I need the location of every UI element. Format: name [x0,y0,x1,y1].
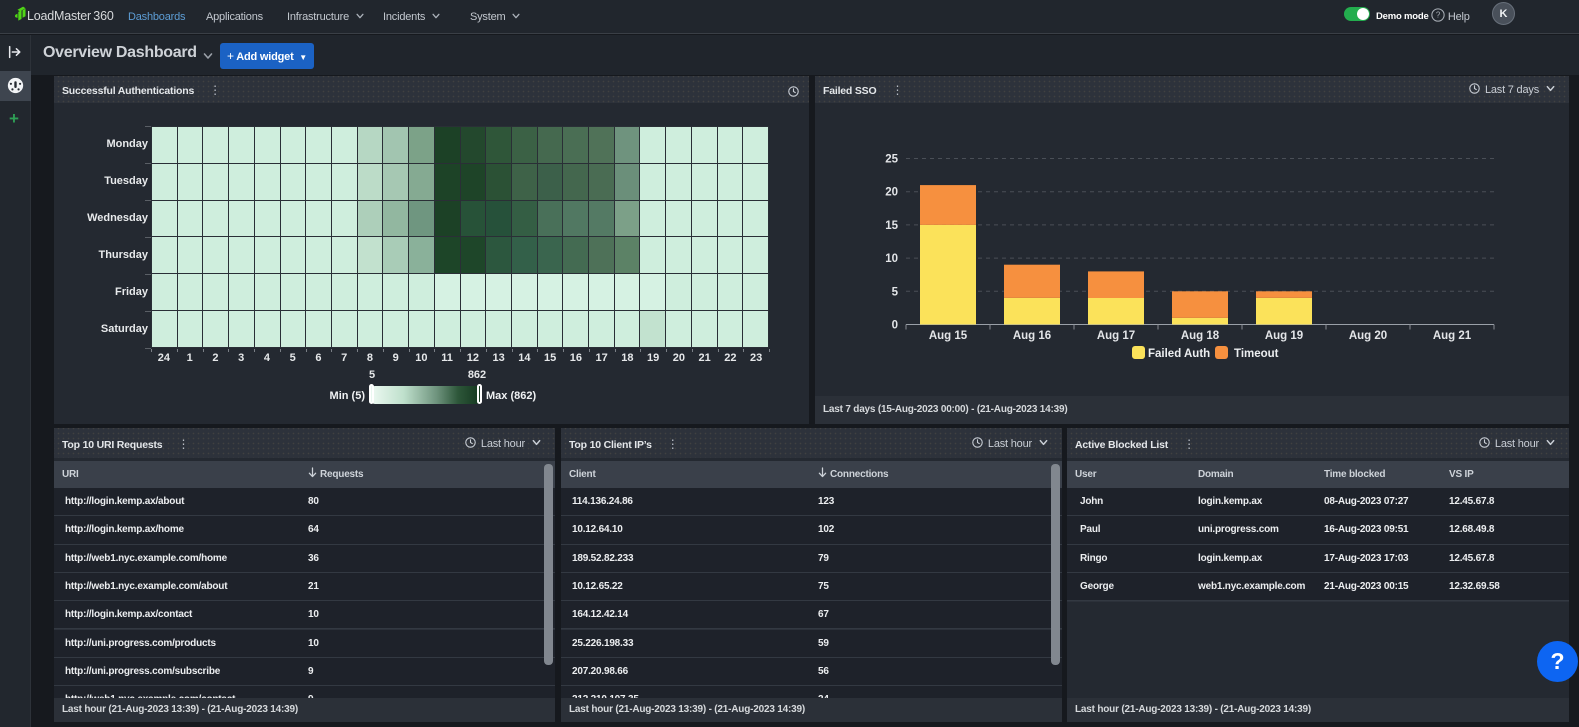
svg-text:20: 20 [885,187,898,199]
svg-text:15: 15 [885,220,898,232]
svg-text:25: 25 [885,154,898,166]
svg-text:0: 0 [892,320,898,332]
svg-text:Aug 16: Aug 16 [1013,330,1051,342]
svg-text:5: 5 [892,286,899,298]
svg-text:10: 10 [885,253,898,265]
svg-text:?: ? [1436,11,1441,20]
svg-text:Failed Auth: Failed Auth [1148,348,1210,360]
svg-text:Aug 21: Aug 21 [1433,330,1472,342]
svg-text:Aug 19: Aug 19 [1265,330,1303,342]
svg-text:Aug 20: Aug 20 [1349,330,1387,342]
svg-text:Aug 15: Aug 15 [929,330,968,342]
svg-text:Aug 18: Aug 18 [1181,330,1220,342]
svg-text:Timeout: Timeout [1234,348,1279,360]
svg-text:Aug 17: Aug 17 [1097,330,1135,342]
